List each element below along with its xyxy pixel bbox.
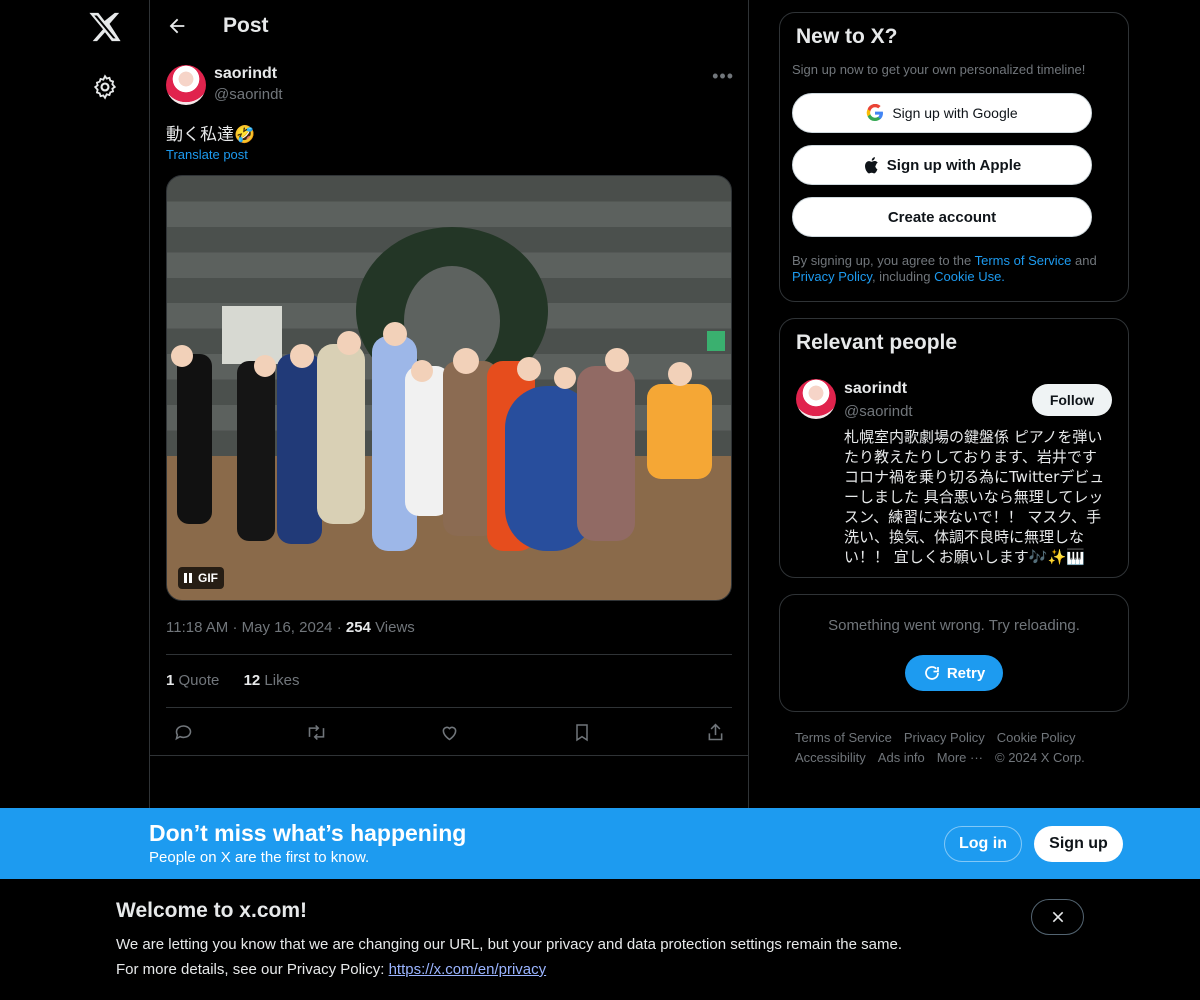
footer-more[interactable]: More ··· <box>937 750 983 765</box>
likes-count[interactable]: 12 <box>244 672 261 689</box>
signup-apple-button[interactable]: Sign up with Apple <box>792 145 1092 185</box>
login-button[interactable]: Log in <box>944 826 1022 862</box>
apple-icon <box>864 157 878 174</box>
privacy-link[interactable]: Privacy Policy <box>792 269 872 284</box>
post-actions <box>166 715 732 747</box>
error-card: Something went wrong. Try reloading. Ret… <box>779 594 1129 712</box>
relevant-people-title: Relevant people <box>796 331 958 354</box>
post-metadata: 11:18 AM · May 16, 2024 · 254 Views <box>166 619 415 636</box>
cookie-use-link[interactable]: Cookie Use. <box>934 269 1005 284</box>
signup-card-subtitle: Sign up now to get your own personalized… <box>792 62 1086 77</box>
like-icon[interactable] <box>432 715 466 749</box>
x-logo-icon[interactable] <box>88 10 122 44</box>
arrow-left-icon[interactable] <box>166 15 188 37</box>
signup-banner: Don’t miss what’s happening People on X … <box>0 808 1200 879</box>
signup-google-button[interactable]: Sign up with Google <box>792 93 1092 133</box>
author-handle[interactable]: @saorindt <box>214 86 283 103</box>
create-account-button[interactable]: Create account <box>792 197 1092 237</box>
page-title: Post <box>223 14 269 37</box>
post-gif[interactable]: GIF <box>166 175 732 601</box>
reply-icon[interactable] <box>166 715 200 749</box>
author-name[interactable]: saorindt <box>214 65 277 83</box>
divider <box>150 755 748 756</box>
footer-cookie[interactable]: Cookie Policy <box>997 730 1076 745</box>
more-horizontal-icon[interactable]: ••• <box>712 66 734 87</box>
share-icon[interactable] <box>698 715 732 749</box>
person-bio: 札幌室内歌劇場の鍵盤係 ピアノを弾いたり教えたりしております、岩井です コロナ禍… <box>844 428 1105 566</box>
gear-icon[interactable] <box>92 74 118 100</box>
notice-line-1: We are letting you know that we are chan… <box>116 936 902 953</box>
person-handle[interactable]: @saorindt <box>844 403 913 420</box>
notice-line-2: For more details, see our Privacy Policy… <box>116 961 547 978</box>
refresh-icon <box>924 666 939 680</box>
post-date[interactable]: May 16, 2024 <box>242 619 333 636</box>
signup-button[interactable]: Sign up <box>1034 826 1123 862</box>
close-button[interactable] <box>1031 899 1084 935</box>
post-header: Post <box>150 0 750 54</box>
retry-button[interactable]: Retry <box>905 655 1003 691</box>
signup-legal-text: By signing up, you agree to the Terms of… <box>792 253 1097 284</box>
footer-privacy[interactable]: Privacy Policy <box>904 730 985 745</box>
google-icon <box>867 104 884 122</box>
welcome-notice: Welcome to x.com! We are letting you kno… <box>0 879 1200 1000</box>
post-time[interactable]: 11:18 AM <box>166 619 228 636</box>
post-stats: 1 Quote 12 Likes <box>166 672 299 689</box>
footer-copyright: © 2024 X Corp. <box>995 750 1085 765</box>
quotes-count[interactable]: 1 <box>166 672 174 689</box>
banner-title: Don’t miss what’s happening <box>149 820 467 846</box>
person-name[interactable]: saorindt <box>844 380 907 398</box>
signup-card: New to X? Sign up now to get your own pe… <box>779 12 1129 302</box>
views-count: 254 <box>345 619 371 636</box>
avatar[interactable] <box>166 65 206 105</box>
terms-link[interactable]: Terms of Service <box>975 253 1072 268</box>
gif-badge[interactable]: GIF <box>178 567 224 589</box>
footer-terms[interactable]: Terms of Service <box>795 730 892 745</box>
avatar[interactable] <box>796 379 836 419</box>
footer-ads[interactable]: Ads info <box>878 750 925 765</box>
post-column: Post saorindt @saorindt ••• 動く私達🤣 Transl… <box>149 0 749 808</box>
quotes-label[interactable]: Quote <box>179 672 220 689</box>
banner-subtitle: People on X are the first to know. <box>149 849 370 866</box>
bookmark-icon[interactable] <box>565 715 599 749</box>
footer-links: Terms of Service Privacy Policy Cookie Pol… <box>795 728 1125 768</box>
privacy-url-link[interactable]: https://x.com/en/privacy <box>389 961 547 978</box>
footer-accessibility[interactable]: Accessibility <box>795 750 866 765</box>
post-author: saorindt @saorindt ••• <box>166 64 734 108</box>
repost-icon[interactable] <box>299 715 333 749</box>
likes-label[interactable]: Likes <box>264 672 299 689</box>
follow-button[interactable]: Follow <box>1032 384 1112 416</box>
views-label: Views <box>375 619 415 636</box>
group-photo-illustration <box>171 227 725 551</box>
divider <box>166 707 732 708</box>
post-text: 動く私達🤣 <box>166 125 256 145</box>
notice-title: Welcome to x.com! <box>116 899 307 922</box>
signup-card-title: New to X? <box>796 25 898 48</box>
close-icon <box>1052 911 1063 923</box>
pause-icon <box>184 573 192 583</box>
error-message: Something went wrong. Try reloading. <box>828 617 1080 634</box>
relevant-people-card: Relevant people saorindt @saorindt Follo… <box>779 318 1129 578</box>
translate-post-link[interactable]: Translate post <box>166 147 248 162</box>
divider <box>166 654 732 655</box>
